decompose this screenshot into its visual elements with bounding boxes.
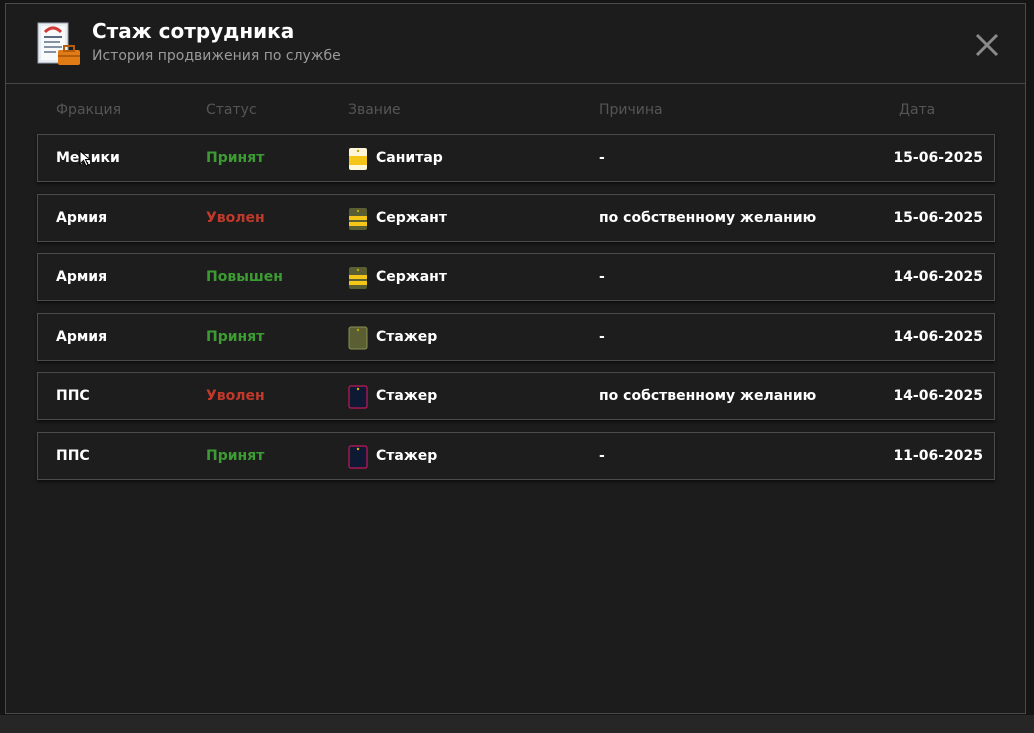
rank-label: Стажер — [376, 448, 438, 464]
date-cell: 14-06-2025 — [893, 329, 983, 345]
fraction-cell: Армия — [56, 269, 108, 285]
date-cell: 15-06-2025 — [893, 150, 983, 166]
army-sergeant-shoulder-icon — [349, 208, 367, 230]
fraction-cell: ППС — [56, 448, 90, 464]
police-trainee-shoulder-icon — [348, 445, 368, 469]
reason-cell: по собственному желанию — [599, 210, 817, 226]
window-title: Стаж сотрудника — [92, 19, 295, 43]
rank-label: Сержант — [376, 210, 447, 226]
background — [0, 715, 1034, 733]
seniority-window: Стаж сотрудника История продвижения по с… — [5, 3, 1026, 714]
status-cell: Принят — [206, 150, 265, 166]
column-header-status: Статус — [206, 102, 257, 118]
document-briefcase-icon — [37, 22, 80, 65]
history-row: ППС Уволен Стажер по собственному желанию 14… — [37, 372, 995, 420]
status-cell: Принят — [206, 448, 265, 464]
history-row: МедикиПринятСанитар-15-06-2025 — [37, 134, 995, 182]
reason-cell: - — [599, 269, 605, 285]
history-row: Армия Уволен Сержант по собственному желани… — [37, 194, 995, 242]
fraction-cell: Армия — [56, 210, 108, 226]
window-subtitle: История продвижения по службе — [92, 48, 341, 64]
date-cell: 11-06-2025 — [893, 448, 983, 464]
status-cell: Уволен — [206, 388, 265, 404]
fraction-cell: Армия — [56, 329, 108, 345]
close-icon[interactable] — [972, 30, 1002, 60]
date-cell: 14-06-2025 — [893, 388, 983, 404]
column-header-rank: Звание — [348, 102, 401, 118]
date-cell: 14-06-2025 — [893, 269, 983, 285]
column-header-date: Дата — [899, 102, 936, 118]
history-row: ППС Принят Стажер - 11-06-2025 — [37, 432, 995, 480]
rank-label: Санитар — [376, 150, 443, 166]
mouse-cursor-icon — [79, 150, 91, 167]
reason-cell: - — [599, 448, 605, 464]
history-row: Армия Принят Стажер - 14-06-2025 — [37, 313, 995, 361]
reason-cell: - — [599, 150, 605, 166]
reason-cell: - — [599, 329, 605, 345]
rank-label: Сержант — [376, 269, 447, 285]
date-cell: 15-06-2025 — [893, 210, 983, 226]
rank-label: Стажер — [376, 388, 438, 404]
status-cell: Уволен — [206, 210, 265, 226]
medic-badge-icon — [349, 148, 367, 170]
fraction-cell: ППС — [56, 388, 90, 404]
history-row: Армия Повышен Сержант - 14-06-2025 — [37, 253, 995, 301]
status-cell: Повышен — [206, 269, 283, 285]
column-header-reason: Причина — [599, 102, 663, 118]
column-header-fraction: Фракция — [56, 102, 122, 118]
reason-cell: по собственному желанию — [599, 388, 817, 404]
police-trainee-shoulder-icon — [348, 385, 368, 409]
status-cell: Принят — [206, 329, 265, 345]
rank-label: Стажер — [376, 329, 438, 345]
window-header: Стаж сотрудника История продвижения по с… — [6, 4, 1025, 84]
army-trainee-shoulder-icon — [348, 326, 368, 350]
army-sergeant-shoulder-icon — [349, 267, 367, 289]
